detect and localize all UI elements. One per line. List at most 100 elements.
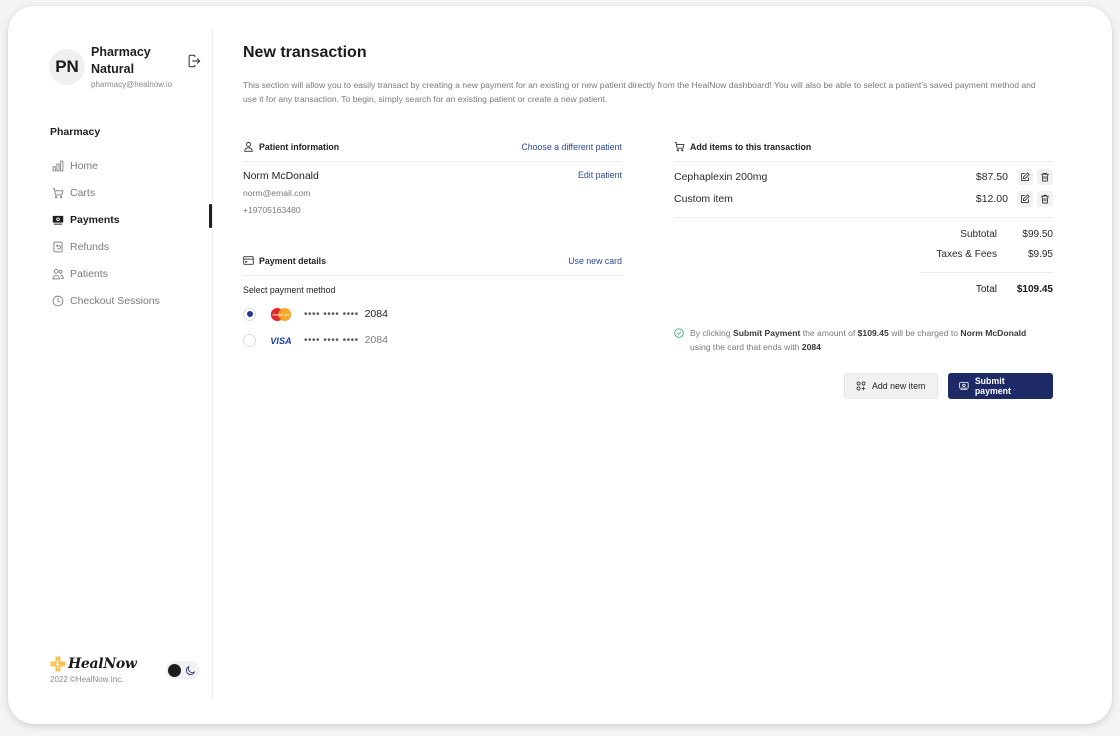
brand: HealNow 2022 ©HealNow Inc. xyxy=(50,656,137,684)
sidebar-item-label: Checkout Sessions xyxy=(70,294,160,307)
healnow-logo-icon xyxy=(50,656,66,672)
sidebar-item-label: Refunds xyxy=(70,240,110,253)
taxes-label: Taxes & Fees xyxy=(936,248,997,260)
item-price: $87.50 xyxy=(975,171,1008,183)
charge-notice: By clicking Submit Payment the amount of… xyxy=(674,327,1053,354)
edit-icon xyxy=(1021,172,1030,181)
edit-patient-link[interactable]: Edit patient xyxy=(578,170,622,180)
sidebar-item-payments[interactable]: Payments xyxy=(52,206,160,233)
patient-details: Norm McDonald norm@email.com +1970516348… xyxy=(243,168,622,219)
list-item: Cephaplexin 200mg $87.50 xyxy=(674,166,1053,188)
edit-item-button[interactable] xyxy=(1017,191,1033,207)
notice-last4: 2084 xyxy=(801,341,821,352)
sidebar-nav: Home Carts Payments Refunds Patients Che… xyxy=(52,152,160,314)
submit-payment-button[interactable]: Submit payment xyxy=(948,373,1053,399)
sidebar-divider xyxy=(212,28,213,700)
taxes-row: Taxes & Fees $9.95 xyxy=(920,244,1053,264)
profile: PN Pharmacy Natural pharmacy@healnow.io xyxy=(49,44,172,89)
card-last4: 2084 xyxy=(364,308,388,320)
sidebar-item-label: Carts xyxy=(70,186,96,199)
payment-method-mastercard[interactable]: MasterCard •••• •••• •••• 2084 xyxy=(243,301,622,327)
taxes-value: $9.95 xyxy=(1027,248,1053,260)
edit-item-button[interactable] xyxy=(1017,169,1033,185)
subtotal-label: Subtotal xyxy=(960,228,997,240)
page-title: New transaction xyxy=(243,44,367,61)
item-name: Custom item xyxy=(674,193,733,205)
sidebar-item-carts[interactable]: Carts xyxy=(52,179,160,206)
patient-section-title: Patient information xyxy=(259,141,340,152)
select-payment-method-label: Select payment method xyxy=(243,285,336,295)
cart-icon xyxy=(674,141,685,152)
trash-icon xyxy=(1041,194,1049,204)
use-new-card-link[interactable]: Use new card xyxy=(568,256,622,266)
visa-icon: VISA xyxy=(269,333,295,347)
sidebar-item-home[interactable]: Home xyxy=(52,152,160,179)
avatar: PN xyxy=(49,49,85,85)
notice-amount: $109.45 xyxy=(857,328,889,338)
logout-icon[interactable] xyxy=(187,54,201,68)
item-name: Cephaplexin 200mg xyxy=(674,171,768,183)
payments-icon xyxy=(52,215,64,225)
card-masked-number: •••• •••• •••• xyxy=(304,334,359,346)
items-section-header: Add items to this transaction xyxy=(674,138,1053,162)
payment-icon xyxy=(959,382,969,390)
action-buttons: Add new item Submit payment xyxy=(674,373,1053,399)
payment-section-title: Payment details xyxy=(259,255,326,266)
notice-bold: Submit Payment xyxy=(732,328,801,338)
notice-patient: Norm McDonald xyxy=(960,328,1027,338)
submit-payment-label: Submit payment xyxy=(974,376,1011,396)
add-item-icon xyxy=(856,381,866,391)
sidebar-item-refunds[interactable]: Refunds xyxy=(52,233,160,260)
trash-icon xyxy=(1041,172,1049,182)
add-new-item-button[interactable]: Add new item xyxy=(844,373,938,399)
notice-text: By clicking xyxy=(690,328,733,338)
payment-section-header: Payment details Use new card xyxy=(243,252,622,276)
items-section-title: Add items to this transaction xyxy=(690,141,812,152)
sidebar-item-checkout-sessions[interactable]: Checkout Sessions xyxy=(52,287,160,314)
subtotal-value: $99.50 xyxy=(1022,228,1053,240)
users-icon xyxy=(52,268,64,279)
patient-name: Norm McDonald xyxy=(243,170,319,182)
delete-item-button[interactable] xyxy=(1037,169,1053,185)
notice-text: the amount of xyxy=(800,328,858,338)
item-price: $12.00 xyxy=(975,193,1008,205)
theme-toggle-knob xyxy=(168,663,181,677)
page-description: This section will allow you to easily tr… xyxy=(243,80,1036,104)
totals-divider xyxy=(920,272,1053,273)
total-value: $109.45 xyxy=(1016,283,1053,295)
profile-name: Pharmacy Natural xyxy=(91,45,151,76)
card-masked-number: •••• •••• •••• xyxy=(304,308,359,320)
refund-icon xyxy=(53,241,63,252)
sidebar-item-label: Home xyxy=(70,159,99,172)
sidebar-item-label: Patients xyxy=(70,267,108,280)
app-window: PN Pharmacy Natural pharmacy@healnow.io … xyxy=(8,6,1112,724)
choose-different-patient-link[interactable]: Choose a different patient xyxy=(521,142,622,152)
payment-method-visa[interactable]: VISA •••• •••• •••• 2084 xyxy=(243,327,622,353)
profile-email: pharmacy@healnow.io xyxy=(91,80,173,89)
brand-name: HealNow xyxy=(68,656,137,672)
add-new-item-label: Add new item xyxy=(872,381,926,391)
edit-icon xyxy=(1021,194,1030,203)
clock-icon xyxy=(52,295,64,306)
items-list: Cephaplexin 200mg $87.50 Custom item $12… xyxy=(674,166,1053,218)
delete-item-button[interactable] xyxy=(1037,191,1053,207)
notice-text: will be charged to xyxy=(888,328,961,338)
user-icon xyxy=(244,141,253,152)
sidebar-item-patients[interactable]: Patients xyxy=(52,260,160,287)
payment-radio-selected[interactable] xyxy=(243,307,256,321)
total-row: Total $109.45 xyxy=(920,279,1053,299)
totals: Subtotal $99.50 Taxes & Fees $9.95 Total… xyxy=(920,224,1053,299)
list-item: Custom item $12.00 xyxy=(674,188,1053,210)
moon-icon xyxy=(185,665,196,675)
copyright: 2022 ©HealNow Inc. xyxy=(50,675,124,684)
active-nav-indicator xyxy=(209,204,212,228)
bar-chart-icon xyxy=(52,160,64,171)
cart-icon xyxy=(52,187,64,198)
mastercard-icon: MasterCard xyxy=(269,307,295,321)
subtotal-row: Subtotal $99.50 xyxy=(920,224,1053,244)
patient-payment-column: Patient information Choose a different p… xyxy=(243,138,622,347)
credit-card-icon xyxy=(243,256,254,265)
theme-toggle[interactable] xyxy=(166,661,200,679)
payment-radio[interactable] xyxy=(243,333,256,347)
total-label: Total xyxy=(975,283,997,295)
